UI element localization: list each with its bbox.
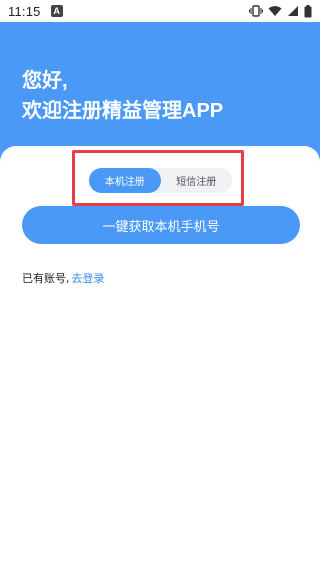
welcome-line: 欢迎注册精益管理APP [22,100,224,122]
signal-icon [287,5,299,17]
login-prompt: 已有账号, 去登录 [22,270,105,286]
status-icons [249,4,312,18]
vibrate-icon [249,5,263,17]
battery-icon [304,4,312,18]
login-prompt-text: 已有账号, [22,272,70,285]
tab-sms-register[interactable]: 短信注册 [161,168,233,193]
greeting-line: 您好, [22,70,68,92]
get-phone-number-button[interactable]: 一键获取本机手机号 [22,206,300,244]
status-bar: 11:15 A [0,0,320,22]
tab-local-register[interactable]: 本机注册 [89,168,161,193]
notification-a-icon: A [50,5,63,17]
wifi-icon [268,5,282,17]
status-time: 11:15 [8,3,41,19]
welcome-heading: 您好, 欢迎注册精益管理APP [22,66,223,126]
register-method-tabs: 本机注册 短信注册 [89,168,232,193]
login-link[interactable]: 去登录 [72,272,105,285]
